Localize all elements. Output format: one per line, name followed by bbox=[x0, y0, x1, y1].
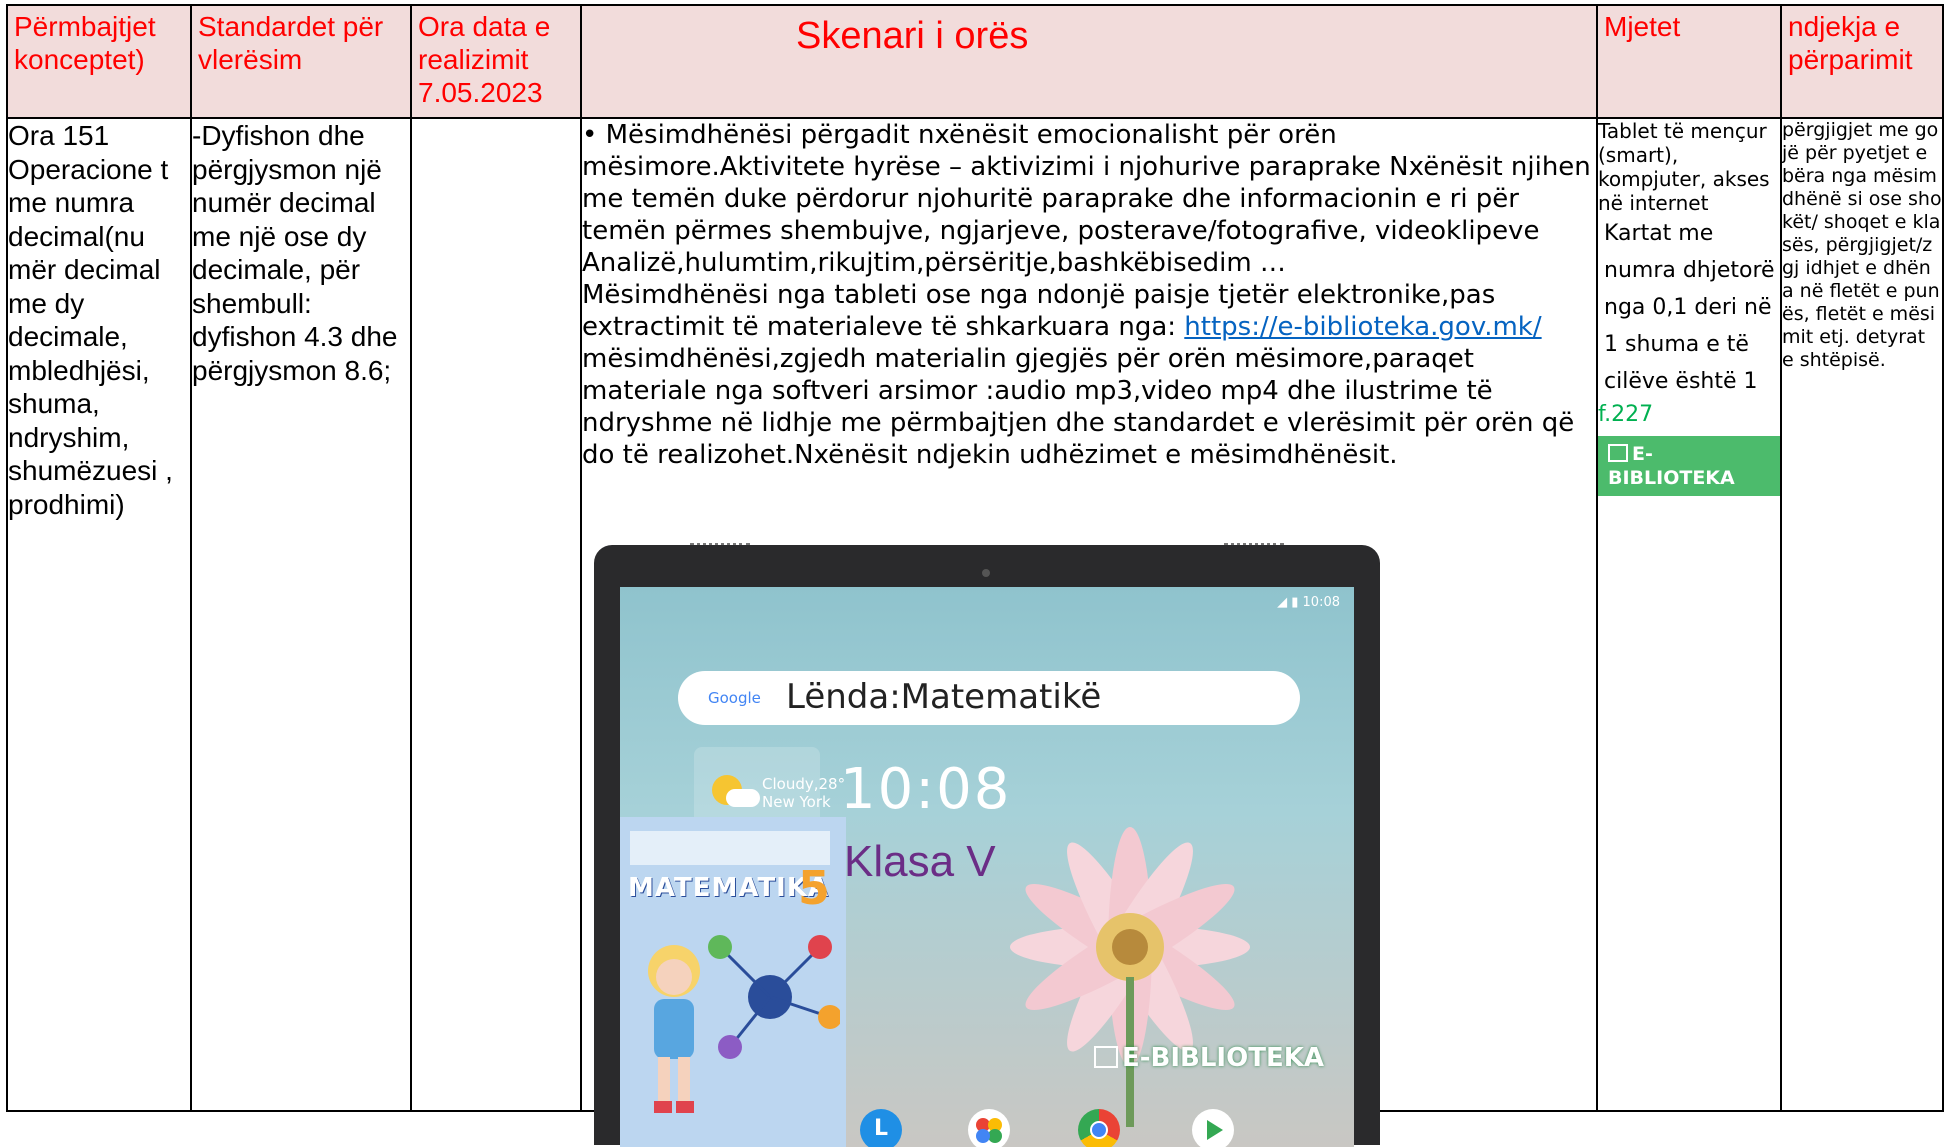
tablet-frame: ◢ ▮ 10:08 Google Lënda:Matematikë Cloudy… bbox=[594, 545, 1380, 1147]
e-biblioteka-screen-text: E-BIBLIOTEKA bbox=[1122, 1043, 1324, 1073]
tablet-screen: ◢ ▮ 10:08 Google Lënda:Matematikë Cloudy… bbox=[620, 587, 1354, 1147]
header-date: Ora data e realizimit 7.05.2023 bbox=[410, 4, 582, 119]
scenario-paragraph-1: • Mësimdhënësi përgadit nxënësit emocion… bbox=[582, 120, 1591, 246]
header-content: Përmbajtjet konceptet) bbox=[6, 4, 192, 119]
mind-map-illustration bbox=[708, 935, 840, 1059]
header-row: Përmbajtjet konceptet) Standardet për vl… bbox=[6, 4, 1944, 119]
standards-cell: -Dyfishon dhe përgjysmon një numër decim… bbox=[190, 117, 412, 1112]
tablet-icon bbox=[1094, 1046, 1118, 1068]
progress-cell: përgjigjet me gojë për pyetjet e bëra ng… bbox=[1780, 117, 1944, 1112]
e-biblioteka-link[interactable]: https://e-biblioteka.gov.mk/ bbox=[1184, 312, 1541, 342]
scenario-paragraph-3: Mësimdhënësi nga tableti ose nga ndonjë … bbox=[582, 279, 1596, 471]
header-standards: Standardet për vlerësim bbox=[190, 4, 412, 119]
book-number: 5 bbox=[798, 861, 831, 915]
weather-city: New York bbox=[762, 793, 831, 811]
e-biblioteka-screen-logo: E-BIBLIOTEKA bbox=[1094, 1043, 1324, 1073]
launcher-app-icon[interactable]: L bbox=[860, 1109, 902, 1147]
scenario-text-after-link: mësimdhënësi,zgjedh materialin gjegjës p… bbox=[582, 344, 1575, 470]
scenario-paragraph-2: Analizë,hulumtim,rikujtim,përsëritje,bas… bbox=[582, 248, 1286, 278]
photos-app-icon[interactable] bbox=[968, 1109, 1010, 1147]
tools-devices: Tablet të mençur (smart), kompjuter, aks… bbox=[1598, 119, 1770, 215]
play-store-icon[interactable] bbox=[1192, 1109, 1234, 1147]
class-label: Klasa V bbox=[844, 837, 996, 886]
tools-page: f.227 bbox=[1598, 402, 1654, 427]
header-progress: ndjekja e përparimit bbox=[1780, 4, 1944, 119]
camera-icon bbox=[982, 569, 990, 577]
scenario-title: Skenari i orës bbox=[796, 15, 1029, 57]
cloud-icon bbox=[726, 789, 760, 807]
book-authors-strip bbox=[630, 831, 830, 865]
tools-cards: Kartat me numra dhjetorë nga 0,1 deri në… bbox=[1604, 221, 1775, 394]
tablet-icon bbox=[1608, 444, 1628, 462]
tablet-illustration: ◢ ▮ 10:08 Google Lënda:Matematikë Cloudy… bbox=[594, 545, 1380, 1147]
chrome-icon[interactable] bbox=[1078, 1109, 1120, 1147]
header-tools: Mjetet bbox=[1596, 4, 1782, 119]
status-bar: ◢ ▮ 10:08 bbox=[1277, 595, 1340, 610]
search-query: Lënda:Matematikë bbox=[786, 677, 1102, 717]
e-biblioteka-logo: E-BIBLIOTEKA bbox=[1598, 436, 1780, 496]
date-cell bbox=[410, 117, 582, 1112]
google-logo: Google bbox=[708, 689, 761, 707]
content-cell: Ora 151 Operacione t me numra decimal(nu… bbox=[6, 117, 192, 1112]
header-scenario: Skenari i orës bbox=[580, 4, 1598, 119]
pinwheel-icon bbox=[976, 1118, 1002, 1143]
weather-text: Cloudy,28° New York bbox=[762, 775, 845, 811]
weather-condition: Cloudy,28° bbox=[762, 775, 846, 793]
search-bar[interactable]: Google Lënda:Matematikë bbox=[678, 671, 1300, 725]
launcher-letter: L bbox=[874, 1116, 889, 1141]
matematika-5-book-cover: MATEMATIKA 5 bbox=[620, 817, 846, 1147]
tools-cell: Tablet të mençur (smart), kompjuter, aks… bbox=[1596, 117, 1782, 1112]
